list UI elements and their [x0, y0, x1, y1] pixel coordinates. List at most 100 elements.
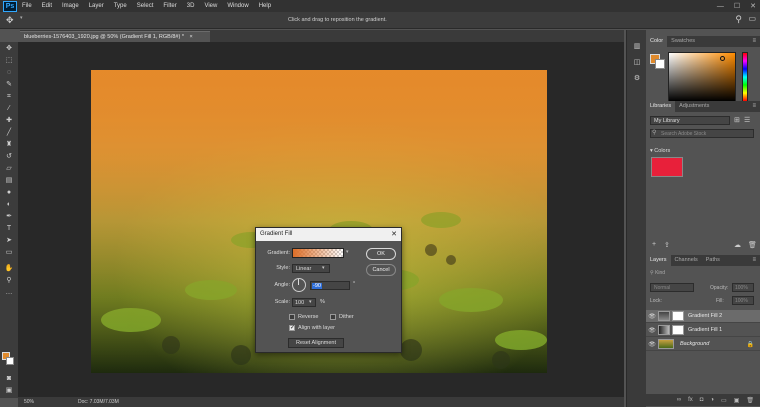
pen-tool-icon[interactable]: ✒ — [3, 212, 15, 222]
visibility-eye-icon[interactable]: 👁 — [646, 341, 658, 348]
angle-input[interactable]: -90 — [310, 281, 350, 290]
tab-channels[interactable]: Channels — [671, 255, 702, 266]
gradient-tool-icon[interactable]: ▤ — [3, 176, 15, 186]
layers-panel-menu-icon[interactable]: ≡ — [752, 255, 756, 266]
tab-layers[interactable]: Layers — [646, 255, 671, 266]
type-tool-icon[interactable]: T — [3, 224, 15, 234]
tab-swatches[interactable]: Swatches — [667, 36, 699, 47]
new-group-icon[interactable]: ▭ — [721, 397, 727, 404]
zoom-tool-icon[interactable]: ⚲ — [3, 276, 15, 286]
tab-libraries[interactable]: Libraries — [646, 101, 676, 112]
hue-slider[interactable] — [742, 52, 748, 102]
shape-tool-icon[interactable]: ▭ — [3, 248, 15, 258]
reverse-checkbox[interactable] — [289, 314, 295, 320]
ok-button[interactable]: OK — [366, 248, 396, 260]
menu-image[interactable]: Image — [57, 3, 84, 9]
history-panel-icon[interactable]: ▥ — [632, 42, 642, 51]
color-panel-background-swatch[interactable] — [655, 59, 665, 69]
gradient-preview[interactable] — [292, 248, 344, 258]
library-search-input[interactable]: Search Adobe Stock — [650, 129, 754, 138]
delete-layer-icon[interactable]: 🗑 — [746, 397, 754, 404]
maximize-button[interactable]: ☐ — [734, 2, 740, 10]
add-mask-icon[interactable]: ◘ — [700, 397, 704, 403]
eyedropper-tool-icon[interactable]: ⁄ — [3, 104, 15, 114]
opacity-input[interactable]: 100% — [732, 283, 754, 292]
blend-mode-select[interactable]: Normal — [650, 283, 694, 292]
tab-adjustments[interactable]: Adjustments — [675, 101, 713, 112]
menu-view[interactable]: View — [199, 3, 222, 9]
marquee-tool-icon[interactable]: ⬚ — [3, 56, 15, 66]
color-spectrum-field[interactable] — [668, 52, 736, 102]
blur-tool-icon[interactable]: ● — [3, 188, 15, 198]
layers-filter-row[interactable]: ⚲ Kind — [650, 270, 754, 279]
lasso-tool-icon[interactable]: ◌ — [3, 68, 15, 78]
menu-filter[interactable]: Filter — [158, 3, 181, 9]
move-tool-icon[interactable]: ✥ — [3, 44, 15, 54]
color-picker-ring[interactable] — [720, 56, 725, 61]
new-layer-icon[interactable]: ▣ — [734, 397, 740, 404]
library-color-swatch[interactable] — [651, 157, 683, 177]
brush-tool-icon[interactable]: ╱ — [3, 128, 15, 138]
layer-row[interactable]: 👁 Gradient Fill 2 — [646, 310, 760, 323]
tab-paths[interactable]: Paths — [702, 255, 724, 266]
menu-select[interactable]: Select — [132, 3, 159, 9]
libraries-panel-menu-icon[interactable]: ≡ — [752, 101, 756, 112]
dither-checkbox[interactable] — [330, 314, 336, 320]
menu-window[interactable]: Window — [222, 3, 253, 9]
list-view-icon[interactable]: ☰ — [744, 116, 752, 124]
fill-input[interactable]: 100% — [732, 296, 754, 305]
background-color-swatch[interactable] — [6, 357, 14, 365]
layer-row[interactable]: 👁 Gradient Fill 1 — [646, 324, 760, 337]
color-panel-menu-icon[interactable]: ≡ — [752, 36, 756, 47]
move-tool-icon[interactable]: ✥ — [6, 15, 20, 26]
tab-color[interactable]: Color — [646, 36, 668, 47]
align-with-layer-checkbox[interactable] — [289, 324, 295, 331]
crop-tool-icon[interactable]: ⌗ — [3, 92, 15, 102]
dodge-tool-icon[interactable]: ◐ — [3, 200, 15, 210]
layer-style-icon[interactable]: fx — [688, 397, 693, 403]
screen-mode-icon[interactable]: ▣ — [3, 386, 15, 396]
library-select[interactable]: My Library — [650, 116, 730, 125]
menu-type[interactable]: Type — [109, 3, 132, 9]
close-window-button[interactable]: ✕ — [750, 2, 756, 10]
more-tools-icon[interactable]: … — [3, 288, 15, 298]
gradient-picker-chevron-icon[interactable]: ▾ — [346, 249, 349, 255]
quick-mask-icon[interactable]: ◙ — [3, 374, 15, 384]
add-content-icon[interactable]: + — [652, 241, 656, 248]
history-brush-tool-icon[interactable]: ↺ — [3, 152, 15, 162]
menu-layer[interactable]: Layer — [84, 3, 109, 9]
properties-panel-icon[interactable]: ◫ — [632, 58, 642, 67]
hand-tool-icon[interactable]: ✋ — [3, 264, 15, 274]
healing-brush-tool-icon[interactable]: ✚ — [3, 116, 15, 126]
upload-icon[interactable]: ⇪ — [664, 241, 670, 249]
grid-view-icon[interactable]: ⊞ — [734, 116, 742, 124]
minimize-button[interactable]: — — [717, 3, 724, 10]
link-layers-icon[interactable]: ∞ — [677, 397, 681, 403]
visibility-eye-icon[interactable]: 👁 — [646, 327, 658, 334]
menu-3d[interactable]: 3D — [182, 3, 200, 9]
workspace-icon[interactable]: ▭ — [748, 14, 756, 23]
actions-panel-icon[interactable]: ⚙ — [632, 74, 642, 83]
visibility-eye-icon[interactable]: 👁 — [646, 313, 658, 320]
adjustment-layer-icon[interactable]: ◑ — [710, 397, 714, 403]
menu-file[interactable]: File — [17, 3, 37, 9]
menu-edit[interactable]: Edit — [37, 3, 57, 9]
scale-input[interactable]: 100 — [292, 298, 316, 307]
tool-preset-chevron-icon[interactable]: ▾ — [20, 15, 23, 21]
reset-alignment-button[interactable]: Reset Alignment — [288, 338, 344, 348]
eraser-tool-icon[interactable]: ▱ — [3, 164, 15, 174]
zoom-level[interactable]: 50% — [24, 399, 34, 405]
clone-stamp-tool-icon[interactable]: ♜ — [3, 140, 15, 150]
library-colors-group[interactable]: ▾ Colors — [650, 148, 670, 154]
path-selection-tool-icon[interactable]: ➤ — [3, 236, 15, 246]
angle-dial[interactable] — [292, 278, 306, 292]
scale-chevron-icon[interactable]: ▾ — [309, 299, 312, 305]
cancel-button[interactable]: Cancel — [366, 264, 396, 276]
dialog-close-icon[interactable]: ✕ — [391, 228, 397, 241]
document-tab-close-icon[interactable]: × — [190, 34, 193, 40]
search-icon[interactable]: ⚲ — [735, 14, 742, 25]
quick-select-tool-icon[interactable]: ✎ — [3, 80, 15, 90]
menu-help[interactable]: Help — [254, 3, 276, 9]
cloud-icon[interactable]: ☁ — [734, 241, 741, 249]
layer-row[interactable]: 👁 Background 🔒 — [646, 338, 760, 351]
